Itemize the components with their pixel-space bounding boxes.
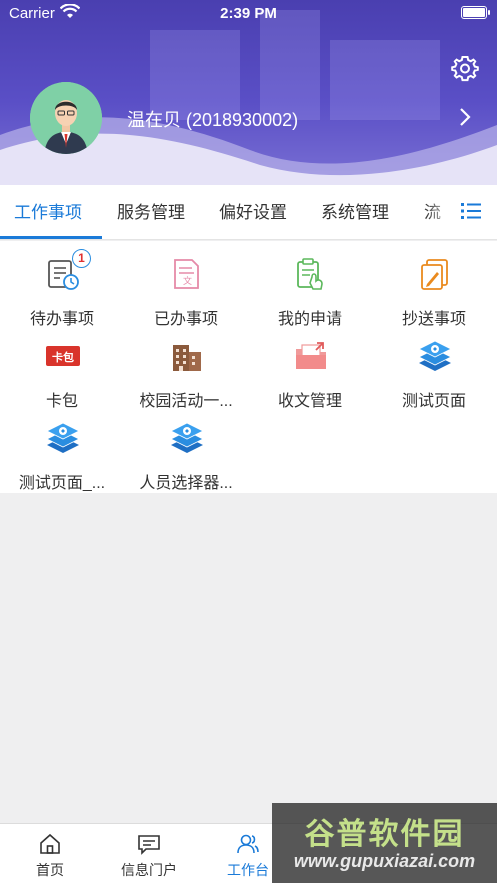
grid-item-label: 收文管理 xyxy=(277,393,342,410)
done-doc-icon: 文 xyxy=(174,259,199,289)
message-icon xyxy=(138,835,160,855)
layers-icon xyxy=(418,340,452,371)
grid-item-test-page-2[interactable]: 测试页面_... xyxy=(0,405,124,492)
grid-item-label: 测试页面 xyxy=(401,393,466,410)
grid-item-done[interactable]: 文 已办事项 xyxy=(124,241,248,328)
user-name[interactable]: 温在贝 (2018930002) xyxy=(127,106,298,132)
watermark-title: 谷普软件园 xyxy=(304,818,465,851)
tab-work-items[interactable]: 工作事项 xyxy=(14,185,82,240)
layers-icon xyxy=(170,422,204,453)
bottom-tab-label: 信息门户 xyxy=(121,862,177,878)
status-bar: Carrier 2:39 PM xyxy=(0,0,497,26)
category-tabs: 工作事项 服务管理 偏好设置 系统管理 流 xyxy=(0,185,497,240)
chevron-right-icon[interactable] xyxy=(456,106,474,128)
svg-text:文: 文 xyxy=(183,275,192,287)
bottom-tab-label: 首页 xyxy=(36,862,64,878)
clock: 2:39 PM xyxy=(220,5,277,22)
bottom-tab-info-portal[interactable]: 信息门户 xyxy=(99,824,199,883)
tab-system-management[interactable]: 系统管理 xyxy=(321,185,389,240)
home-icon xyxy=(40,833,60,854)
card-wallet-icon: 卡包 xyxy=(46,346,80,366)
function-grid: 1 待办事项 文 已办事项 我的申请 抄送事项 卡包 卡包 校园活动一... 收… xyxy=(0,241,497,493)
people-icon xyxy=(237,834,259,854)
cc-icon xyxy=(421,259,448,290)
list-menu-icon[interactable] xyxy=(461,202,481,220)
grid-item-label: 人员选择器... xyxy=(139,475,233,492)
grid-item-todo[interactable]: 1 待办事项 xyxy=(0,241,124,328)
grid-item-cc[interactable]: 抄送事项 xyxy=(372,241,496,328)
grid-item-person-selector[interactable]: 人员选择器... xyxy=(124,405,248,492)
svg-text:卡包: 卡包 xyxy=(52,350,74,364)
folder-icon xyxy=(296,342,326,369)
person-portrait-icon xyxy=(30,82,102,154)
watermark-url: www.gupuxiazai.com xyxy=(293,851,476,871)
building-icon xyxy=(173,345,201,371)
active-tab-indicator xyxy=(0,236,102,239)
bottom-tab-home[interactable]: 首页 xyxy=(0,824,100,883)
battery-icon xyxy=(461,6,490,19)
layers-icon xyxy=(46,422,80,453)
grid-item-my-application[interactable]: 我的申请 xyxy=(248,241,372,328)
watermark: 谷普软件园 www.gupuxiazai.com xyxy=(272,803,497,883)
tab-service-management[interactable]: 服务管理 xyxy=(117,185,185,240)
grid-item-incoming-docs[interactable]: 收文管理 xyxy=(248,323,372,410)
grid-item-test-page[interactable]: 测试页面 xyxy=(372,323,496,410)
tab-preferences[interactable]: 偏好设置 xyxy=(219,185,287,240)
application-icon xyxy=(297,258,323,290)
unread-badge: 1 xyxy=(72,249,91,268)
settings-gear-icon[interactable] xyxy=(451,54,479,82)
avatar[interactable] xyxy=(30,82,102,154)
grid-item-card-wallet[interactable]: 卡包 卡包 xyxy=(0,323,124,410)
grid-item-label: 测试页面_... xyxy=(18,475,106,492)
grid-item-campus-activity[interactable]: 校园活动一... xyxy=(124,323,248,410)
